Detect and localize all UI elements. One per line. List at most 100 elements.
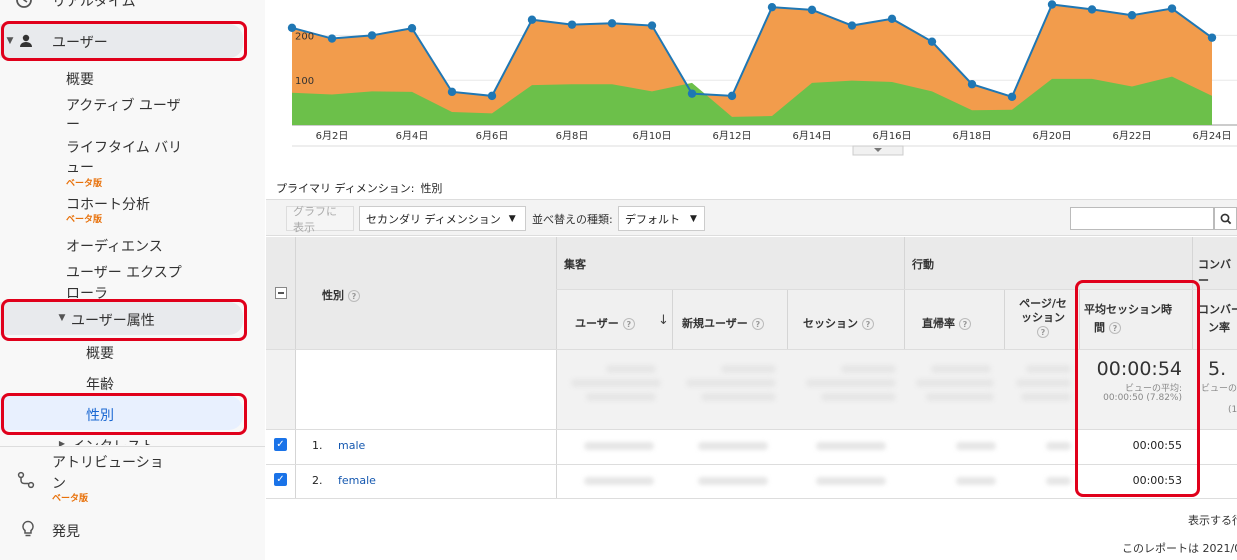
x-tick-label: 6月6日 xyxy=(476,130,509,142)
data-point[interactable] xyxy=(607,19,617,28)
row-checkbox-female[interactable]: ✓ xyxy=(274,473,287,486)
row-avg-session-duration: 00:00:55 xyxy=(1132,439,1182,452)
chevron-down-icon: ▼ xyxy=(508,213,516,224)
sidebar-item-attribution-cont[interactable]: ン xyxy=(52,473,66,493)
help-icon[interactable]: ? xyxy=(959,318,971,330)
help-icon[interactable]: ? xyxy=(862,318,874,330)
blurred-total xyxy=(571,379,661,387)
pages-per-session-label-2: ッション xyxy=(1021,311,1065,324)
data-point[interactable] xyxy=(447,87,457,97)
total-avg-session-duration: 00:00:54 xyxy=(1096,358,1182,380)
row-divider xyxy=(556,289,1237,290)
sidebar-item-user-explorer-cont[interactable]: ローラ xyxy=(66,283,108,303)
blurred-total xyxy=(586,393,656,401)
sessions-column-header[interactable]: セッション? xyxy=(803,315,874,331)
chart-x-ticks: 6月2日 6月4日 6月6日 6月8日 6月10日 6月12日 6月14日 6月16日 6月18… xyxy=(316,130,1232,142)
data-point[interactable] xyxy=(567,20,577,29)
sidebar-item-interests[interactable]: インタレスト xyxy=(71,436,155,445)
data-point[interactable] xyxy=(1007,92,1017,101)
sidebar-item-age[interactable]: 年齢 xyxy=(86,374,114,394)
chart-collapse-handle[interactable] xyxy=(852,145,904,156)
data-point[interactable] xyxy=(1087,5,1097,14)
sidebar-item-active-users[interactable]: アクティブ ユーザ xyxy=(66,95,181,115)
secondary-dimension-dropdown[interactable]: セカンダリ ディメンション ▼ xyxy=(359,206,526,231)
gender-column-header[interactable]: 性別? xyxy=(322,287,360,303)
data-point[interactable] xyxy=(807,5,817,15)
blurred-total xyxy=(841,365,896,373)
pages-per-session-column-header[interactable]: ページ/セ ッション ? xyxy=(1012,297,1074,339)
data-point[interactable] xyxy=(1207,33,1217,42)
new-users-column-header[interactable]: 新規ユーザー? xyxy=(682,315,764,331)
row-checkbox-male[interactable]: ✓ xyxy=(274,438,287,451)
blurred-value xyxy=(584,442,654,450)
data-point[interactable] xyxy=(887,14,897,24)
data-point[interactable] xyxy=(527,15,537,24)
sidebar-item-overview[interactable]: 概要 xyxy=(66,69,94,89)
help-icon[interactable]: ? xyxy=(751,318,764,330)
sort-descending-icon[interactable]: ↓ xyxy=(658,313,669,328)
total-conversion-caption: ビューの xyxy=(1201,384,1237,394)
help-icon[interactable]: ? xyxy=(1037,326,1049,338)
data-point[interactable] xyxy=(967,80,977,89)
conversion-rate-column-header[interactable]: コンバー ン率 xyxy=(1198,301,1237,337)
data-point[interactable] xyxy=(407,24,417,33)
data-point[interactable] xyxy=(1047,0,1057,9)
row-link-female[interactable]: female xyxy=(338,474,376,487)
x-tick-label: 6月8日 xyxy=(556,130,589,142)
sidebar-item-lifetime-value-cont[interactable]: ュー xyxy=(66,157,94,177)
y-tick-label: 200 xyxy=(295,31,314,42)
data-point[interactable] xyxy=(687,89,697,98)
data-point[interactable] xyxy=(367,31,377,40)
person-icon xyxy=(16,31,36,51)
search-icon[interactable] xyxy=(1214,207,1237,230)
sidebar-item-demographics[interactable]: ユーザー属性 xyxy=(71,310,155,330)
blurred-value xyxy=(816,477,886,485)
table-search-input[interactable] xyxy=(1070,207,1214,230)
select-all-checkbox[interactable] xyxy=(275,287,287,299)
caret-down-icon[interactable]: ▼ xyxy=(52,308,72,328)
row-link-male[interactable]: male xyxy=(338,439,365,452)
rows-per-page-label: 表示する行 xyxy=(1188,514,1237,527)
sidebar-item-cohort[interactable]: コホート分析 xyxy=(66,194,150,214)
data-point[interactable] xyxy=(927,37,937,46)
data-point[interactable] xyxy=(327,34,337,43)
sidebar-item-lifetime-value[interactable]: ライフタイム バリ xyxy=(66,137,182,157)
x-tick-label: 6月12日 xyxy=(712,130,751,142)
col-divider xyxy=(672,289,673,349)
sidebar-item-realtime[interactable]: リアルタイム xyxy=(52,0,136,11)
sidebar-item-gender[interactable]: 性別 xyxy=(86,405,114,425)
sidebar-item-active-users-cont[interactable]: ー xyxy=(66,114,80,134)
data-point[interactable] xyxy=(727,91,737,101)
chevron-down-icon: ▼ xyxy=(690,213,697,224)
data-point[interactable] xyxy=(767,2,777,12)
sidebar-item-users-bg xyxy=(0,24,243,58)
data-point[interactable] xyxy=(847,21,857,30)
data-point[interactable] xyxy=(1167,4,1177,13)
users-column-header[interactable]: ユーザー? xyxy=(575,315,635,331)
caret-right-icon[interactable]: ▶ xyxy=(52,433,72,453)
sidebar-item-audience[interactable]: オーディエンス xyxy=(66,236,163,256)
sort-type-dropdown[interactable]: デフォルト ▼ xyxy=(618,206,705,231)
plot-rows-button[interactable]: グラフに表示 xyxy=(286,205,354,234)
col-divider xyxy=(904,237,905,349)
total-avg-detail: 00:00:50 (7.82%) xyxy=(1103,393,1182,403)
bounce-rate-column-header[interactable]: 直帰率? xyxy=(922,315,971,331)
help-icon[interactable]: ? xyxy=(622,318,635,330)
sidebar-item-users[interactable]: ユーザー xyxy=(52,32,108,52)
row-index: 2. xyxy=(312,474,323,487)
data-point[interactable] xyxy=(1127,11,1137,20)
row-index: 1. xyxy=(312,439,323,452)
new-users-column-header-label: 新規ユーザー xyxy=(682,317,748,330)
data-point[interactable] xyxy=(647,21,657,30)
sidebar-item-attribution[interactable]: アトリビューショ xyxy=(52,452,164,472)
report-toolbar: グラフに表示 セカンダリ ディメンション ▼ 並べ替えの種類: デフォルト ▼ xyxy=(266,199,1237,236)
help-icon[interactable]: ? xyxy=(1109,322,1121,334)
avg-session-duration-column-header[interactable]: 平均セッション時 間? xyxy=(1084,301,1188,337)
sidebar-item-demographics-overview[interactable]: 概要 xyxy=(86,343,114,363)
primary-dimension-value[interactable]: 性別 xyxy=(420,182,442,195)
sidebar-item-user-explorer[interactable]: ユーザー エクスプ xyxy=(66,262,182,282)
sidebar-item-discover[interactable]: 発見 xyxy=(52,521,80,541)
primary-dimension: プライマリ ディメンション: 性別 xyxy=(276,180,442,196)
help-icon[interactable]: ? xyxy=(348,290,360,302)
data-point[interactable] xyxy=(487,91,497,101)
